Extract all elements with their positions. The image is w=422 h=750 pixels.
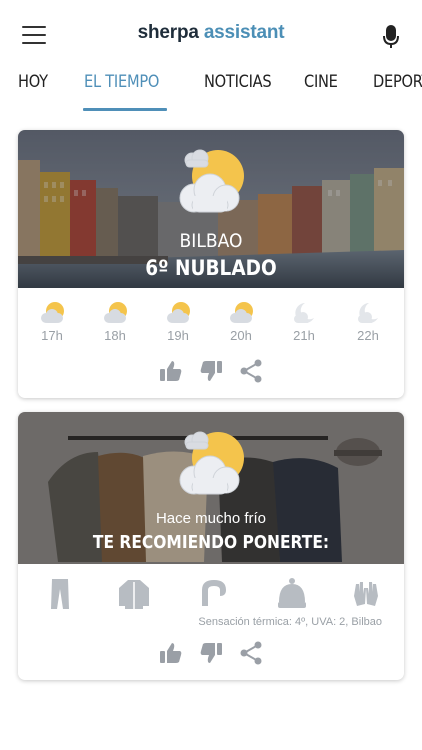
partly-cloudy-icon: [227, 300, 255, 326]
share-icon[interactable]: [238, 640, 264, 666]
tab-hoy[interactable]: HOY: [18, 72, 48, 92]
category-tabs: HOY EL TIEMPO NOTICIAS CINE DEPORTES: [0, 64, 422, 116]
scarf-icon: [202, 580, 226, 606]
microphone-icon[interactable]: [382, 24, 400, 50]
hour-item: 21h: [284, 300, 324, 343]
hour-label: 21h: [293, 328, 315, 343]
thumbs-up-icon[interactable]: [158, 640, 184, 666]
feels-like-text: Sensación térmica: 4º, UVA: 2, Bilbao: [198, 616, 382, 628]
thumbs-down-icon[interactable]: [198, 358, 224, 384]
thumbs-up-icon[interactable]: [158, 358, 184, 384]
city-name: BILBAO: [179, 230, 243, 252]
thumbs-down-icon[interactable]: [198, 640, 224, 666]
gloves-icon: [354, 582, 378, 606]
partly-cloudy-icon: [172, 146, 250, 218]
hour-label: 18h: [104, 328, 126, 343]
weather-card: BILBAO 6º NUBLADO 17h 18h 19h 20h 21h 22…: [18, 130, 404, 398]
weather-hero: BILBAO 6º NUBLADO: [18, 130, 404, 288]
hour-label: 17h: [41, 328, 63, 343]
logo-word-assistant: assistant: [203, 22, 285, 43]
hour-item: 22h: [348, 300, 388, 343]
recommendation-heading: TE RECOMIENDO PONERTE:: [92, 532, 330, 553]
moon-cloud-icon: [290, 300, 318, 326]
hourly-forecast: 17h 18h 19h 20h 21h 22h: [18, 300, 404, 350]
tab-noticias[interactable]: NOTICIAS: [204, 72, 272, 92]
current-condition: 6º NUBLADO: [145, 256, 277, 280]
clothing-card: Hace mucho frío TE RECOMIENDO PONERTE: S…: [18, 412, 404, 680]
feedback-actions: [158, 640, 268, 668]
feedback-actions: [158, 358, 268, 386]
logo-word-sherpa: sherpa: [137, 22, 199, 43]
hour-label: 19h: [167, 328, 189, 343]
hour-label: 20h: [230, 328, 252, 343]
hour-item: 18h: [95, 300, 135, 343]
beanie-icon: [278, 578, 306, 608]
tab-deportes[interactable]: DEPORTES: [373, 72, 422, 92]
clothing-hero: Hace mucho frío TE RECOMIENDO PONERTE:: [18, 412, 404, 564]
partly-cloudy-icon: [164, 300, 192, 326]
tab-el-tiempo[interactable]: EL TIEMPO: [84, 72, 159, 92]
hour-item: 20h: [221, 300, 261, 343]
cold-message: Hace mucho frío: [155, 510, 267, 527]
clothing-items: [18, 576, 404, 616]
moon-cloud-icon: [354, 300, 382, 326]
trousers-icon: [51, 579, 69, 609]
tab-cine[interactable]: CINE: [304, 72, 338, 92]
partly-cloudy-icon: [38, 300, 66, 326]
hour-label: 22h: [357, 328, 379, 343]
share-icon[interactable]: [238, 358, 264, 384]
hour-item: 19h: [158, 300, 198, 343]
jacket-icon: [119, 580, 149, 609]
partly-cloudy-icon: [101, 300, 129, 326]
partly-cloudy-icon: [172, 428, 250, 500]
active-tab-indicator: [83, 108, 167, 111]
hour-item: 17h: [32, 300, 72, 343]
app-logo: sherpa assistant: [0, 22, 422, 44]
top-bar: sherpa assistant: [0, 0, 422, 64]
